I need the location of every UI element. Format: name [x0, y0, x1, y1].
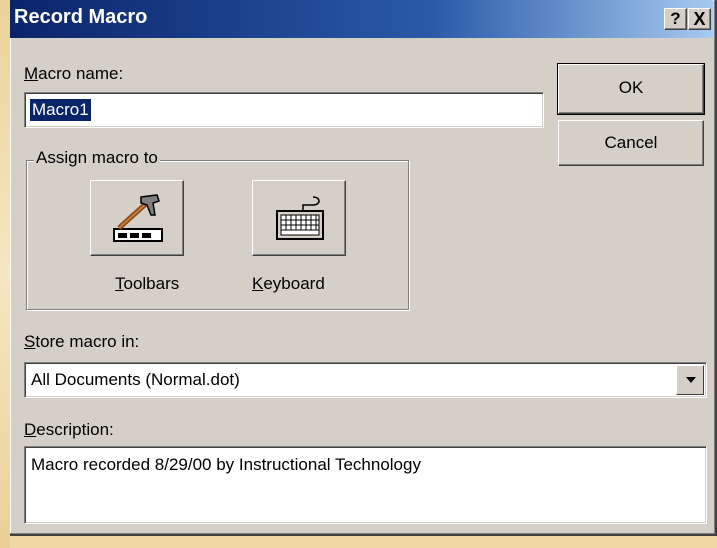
- title-bar[interactable]: Record Macro ? X: [10, 0, 713, 38]
- macro-name-value: Macro1: [30, 99, 91, 121]
- keyboard-accel: K: [252, 274, 264, 293]
- close-button[interactable]: X: [688, 8, 711, 30]
- store-macro-label-rest: tore macro in:: [35, 332, 140, 351]
- description-accel: D: [24, 420, 37, 439]
- macro-name-label-rest: acro name:: [38, 64, 124, 83]
- desktop-background: [0, 0, 10, 548]
- description-textarea[interactable]: Macro recorded 8/29/00 by Instructional …: [24, 446, 707, 524]
- macro-name-input[interactable]: Macro1: [24, 92, 544, 128]
- description-value: Macro recorded 8/29/00 by Instructional …: [31, 455, 421, 474]
- toolbars-button[interactable]: [90, 180, 184, 256]
- dropdown-button[interactable]: [676, 365, 704, 395]
- store-macro-value: All Documents (Normal.dot): [31, 370, 240, 389]
- keyboard-button[interactable]: [252, 180, 346, 256]
- dialog-title: Record Macro: [14, 6, 148, 28]
- macro-name-label: Macro name:: [24, 64, 123, 84]
- macro-name-accel: M: [24, 64, 39, 83]
- cancel-button[interactable]: Cancel: [558, 120, 704, 166]
- description-label: Description:: [24, 420, 114, 440]
- assign-macro-group-label: Assign macro to: [34, 148, 160, 168]
- ok-button[interactable]: OK: [557, 63, 705, 115]
- toolbars-label: Toolbars: [115, 274, 179, 294]
- help-button[interactable]: ?: [664, 8, 687, 30]
- keyboard-label-rest: eyboard: [263, 274, 325, 293]
- store-macro-accel: S: [24, 332, 36, 351]
- chevron-down-icon: [686, 377, 696, 383]
- record-macro-dialog: Record Macro ? X Macro name: Macro1 OK C…: [10, 0, 717, 536]
- description-label-rest: escription:: [36, 420, 114, 439]
- store-macro-select[interactable]: All Documents (Normal.dot): [24, 362, 707, 398]
- toolbar-hammer-icon: [113, 194, 163, 242]
- keyboard-label: Keyboard: [252, 274, 325, 294]
- toolbars-accel: T: [115, 274, 124, 293]
- assign-macro-group: [26, 160, 409, 310]
- toolbars-label-rest: oolbars: [123, 274, 180, 293]
- store-macro-label: Store macro in:: [24, 332, 139, 352]
- keyboard-icon: [276, 196, 324, 240]
